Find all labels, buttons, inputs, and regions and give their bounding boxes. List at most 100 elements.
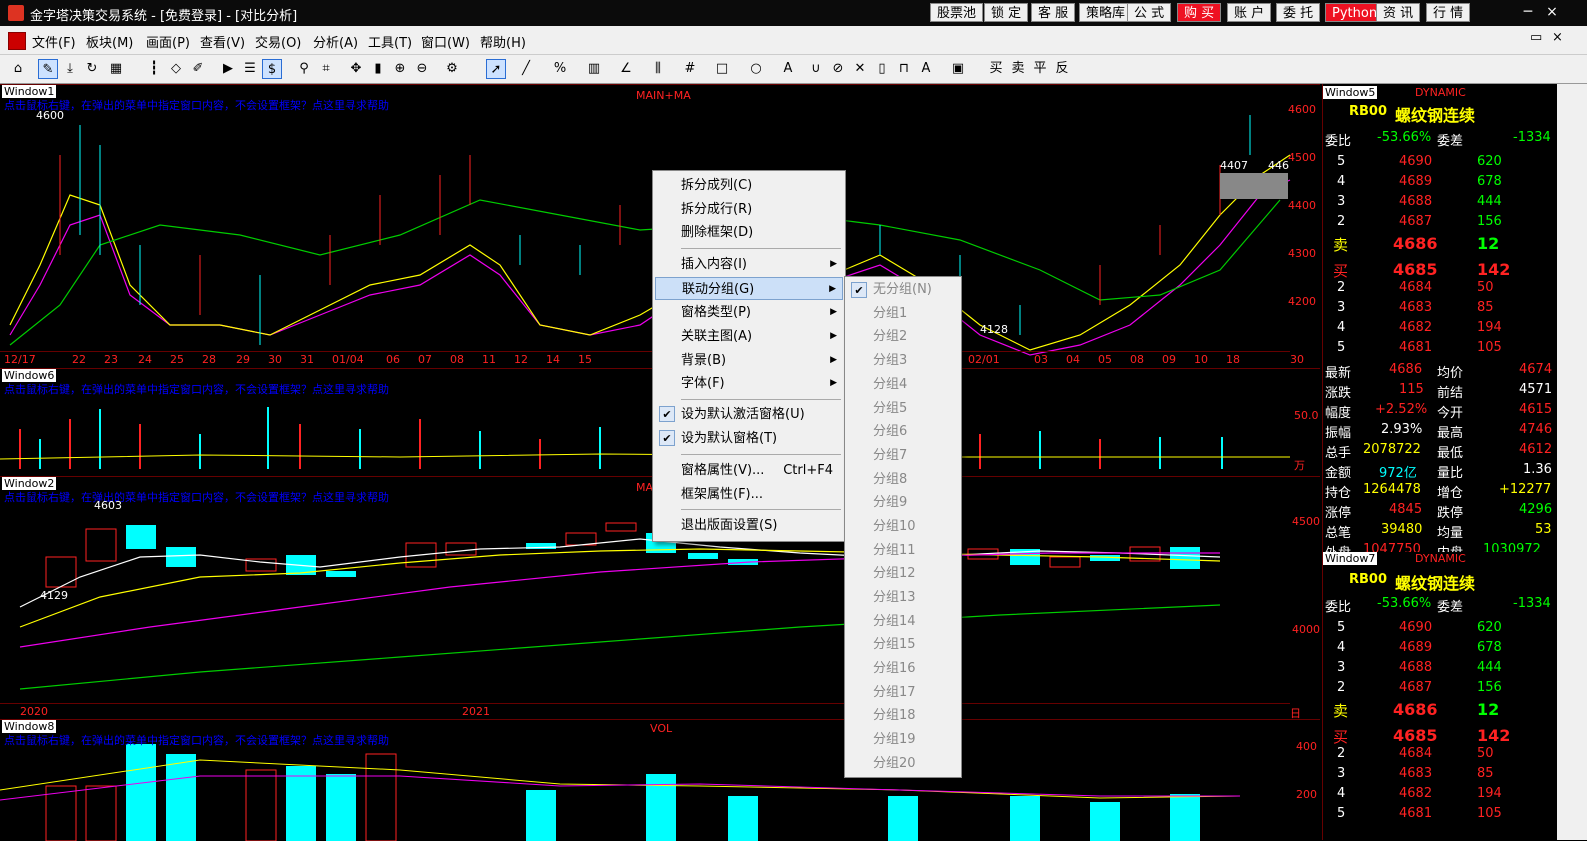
filter-icon[interactable]: ⚲: [294, 59, 314, 79]
edit-icon[interactable]: ✐: [188, 59, 208, 79]
bid-row[interactable]: 5 4681 105: [1323, 804, 1557, 824]
submenu-group-6[interactable]: 分组6: [847, 420, 959, 444]
strategy-library-button[interactable]: 策略库: [1079, 3, 1133, 22]
pen-icon[interactable]: ✎: [38, 59, 58, 79]
submenu-group-9[interactable]: 分组9: [847, 491, 959, 515]
sell-row[interactable]: 卖 4686 12: [1323, 698, 1557, 722]
submenu-group-15[interactable]: 分组15: [847, 633, 959, 657]
menu-pane-properties[interactable]: 窗格属性(V)... Ctrl+F4: [655, 459, 843, 482]
sell-icon[interactable]: 卖: [1008, 59, 1028, 79]
submenu-group-19[interactable]: 分组19: [847, 728, 959, 752]
right-sidebar[interactable]: [1557, 84, 1587, 840]
submenu-group-8[interactable]: 分组8: [847, 468, 959, 492]
percent-icon[interactable]: %: [550, 59, 570, 79]
ruler-grid-icon[interactable]: ▥: [584, 59, 604, 79]
stock-pool-button[interactable]: 股票池: [930, 3, 984, 22]
zoom-in-icon[interactable]: ⊕: [390, 59, 410, 79]
submenu-group-3[interactable]: 分组3: [847, 349, 959, 373]
font-color-icon[interactable]: A: [916, 59, 936, 79]
close-child-icon[interactable]: ×: [1552, 30, 1563, 45]
menu-trade[interactable]: 交易(O): [255, 32, 301, 51]
menu-help[interactable]: 帮助(H): [480, 32, 526, 51]
trash-icon[interactable]: ▯: [872, 59, 892, 79]
menu-file[interactable]: 文件(F): [32, 32, 76, 51]
submenu-group-1[interactable]: 分组1: [847, 302, 959, 326]
close-icon[interactable]: ×: [1542, 2, 1562, 22]
submenu-group-10[interactable]: 分组10: [847, 515, 959, 539]
menu-split-columns[interactable]: 拆分成列(C): [655, 174, 843, 197]
magnet-icon[interactable]: ∪: [806, 59, 826, 79]
window8-pane[interactable]: Window8 点击鼠标右键，在弹出的菜单中指定窗口内容，不会设置框架？点这里寻…: [0, 719, 1320, 841]
menu-analysis[interactable]: 分析(A): [313, 32, 358, 51]
angle-icon[interactable]: ∠: [616, 59, 636, 79]
menu-link-group[interactable]: 联动分组(G) ▶: [655, 277, 843, 300]
home-icon[interactable]: ⌂: [8, 59, 28, 79]
submenu-group-17[interactable]: 分组17: [847, 681, 959, 705]
play-icon[interactable]: ▶: [218, 59, 238, 79]
parallel-icon[interactable]: ⫼: [648, 59, 668, 79]
menu-default-active-pane[interactable]: ✔ 设为默认激活窗格(U): [655, 403, 843, 426]
customer-service-button[interactable]: 客 服: [1031, 3, 1076, 22]
move-icon[interactable]: ✥: [346, 59, 366, 79]
menu-delete-frame[interactable]: 删除框架(D): [655, 221, 843, 244]
submenu-group-16[interactable]: 分组16: [847, 657, 959, 681]
bid-row[interactable]: 4 4682 194: [1323, 784, 1557, 804]
bid-row[interactable]: 5 4681 105: [1323, 338, 1557, 358]
submenu-group-13[interactable]: 分组13: [847, 586, 959, 610]
formula-button[interactable]: 公 式: [1127, 3, 1172, 22]
submenu-group-14[interactable]: 分组14: [847, 610, 959, 634]
lock-icon[interactable]: ⊓: [894, 59, 914, 79]
menu-view[interactable]: 查看(V): [200, 32, 245, 51]
market-button[interactable]: 行 情: [1426, 3, 1471, 22]
currency-icon[interactable]: $: [262, 59, 282, 79]
menu-split-rows[interactable]: 拆分成行(R): [655, 198, 843, 221]
bid-row[interactable]: 3 4683 85: [1323, 764, 1557, 784]
submenu-group-4[interactable]: 分组4: [847, 373, 959, 397]
window2-hint[interactable]: 点击鼠标右键，在弹出的菜单中指定窗口内容，不会设置框架？点这里寻求帮助: [4, 489, 389, 505]
chart-icon[interactable]: ⌗: [316, 59, 336, 79]
submenu-group-18[interactable]: 分组18: [847, 704, 959, 728]
save-icon[interactable]: ▣: [948, 59, 968, 79]
menu-link-main-chart[interactable]: 关联主图(A) ▶: [655, 325, 843, 348]
zoom-out-icon[interactable]: ⊖: [412, 59, 432, 79]
ask-row[interactable]: 4 4689 678: [1323, 172, 1557, 192]
news-button[interactable]: 资 讯: [1376, 3, 1421, 22]
reverse-icon[interactable]: 反: [1052, 59, 1072, 79]
menu-pane-type[interactable]: 窗格类型(P) ▶: [655, 301, 843, 324]
ask-row[interactable]: 5 4690 620: [1323, 152, 1557, 172]
circle-icon[interactable]: ○: [746, 59, 766, 79]
menu-frame-properties[interactable]: 框架属性(F)...: [655, 483, 843, 506]
ask-row[interactable]: 5 4690 620: [1323, 618, 1557, 638]
diamond-icon[interactable]: ◇: [166, 59, 186, 79]
grid-icon[interactable]: ▦: [106, 59, 126, 79]
bid-row[interactable]: 3 4683 85: [1323, 298, 1557, 318]
buy-license-button[interactable]: 购 买: [1177, 3, 1222, 22]
submenu-group-11[interactable]: 分组11: [847, 539, 959, 563]
ask-row[interactable]: 4 4689 678: [1323, 638, 1557, 658]
menu-screen[interactable]: 画面(P): [146, 32, 190, 51]
list-icon[interactable]: ☰: [240, 59, 260, 79]
cursor-icon[interactable]: ➚: [486, 59, 506, 79]
menu-background[interactable]: 背景(B) ▶: [655, 349, 843, 372]
ruler-icon[interactable]: ▮: [368, 59, 388, 79]
line-icon[interactable]: ╱: [516, 59, 536, 79]
bid-row[interactable]: 2 4684 50: [1323, 744, 1557, 764]
hash-icon[interactable]: #: [680, 59, 700, 79]
order-button[interactable]: 委 托: [1276, 3, 1321, 22]
submenu-group-2[interactable]: 分组2: [847, 325, 959, 349]
sell-row[interactable]: 卖 4686 12: [1323, 232, 1557, 256]
submenu-group-7[interactable]: 分组7: [847, 444, 959, 468]
download-icon[interactable]: ⤓: [60, 59, 80, 79]
menu-exit-layout[interactable]: 退出版面设置(S): [655, 514, 843, 537]
account-button[interactable]: 账 户: [1227, 3, 1272, 22]
bid-row[interactable]: 2 4684 50: [1323, 278, 1557, 298]
ask-row[interactable]: 3 4688 444: [1323, 192, 1557, 212]
submenu-group-12[interactable]: 分组12: [847, 562, 959, 586]
menu-tools[interactable]: 工具(T): [368, 32, 412, 51]
lock-button[interactable]: 锁 定: [984, 3, 1029, 22]
buy-icon[interactable]: 买: [986, 59, 1006, 79]
minimize-icon[interactable]: ─: [1518, 2, 1538, 22]
delete-icon[interactable]: ✕: [850, 59, 870, 79]
window6-hint[interactable]: 点击鼠标右键，在弹出的菜单中指定窗口内容，不会设置框架？点这里寻求帮助: [4, 381, 389, 397]
rectangle-icon[interactable]: □: [712, 59, 732, 79]
